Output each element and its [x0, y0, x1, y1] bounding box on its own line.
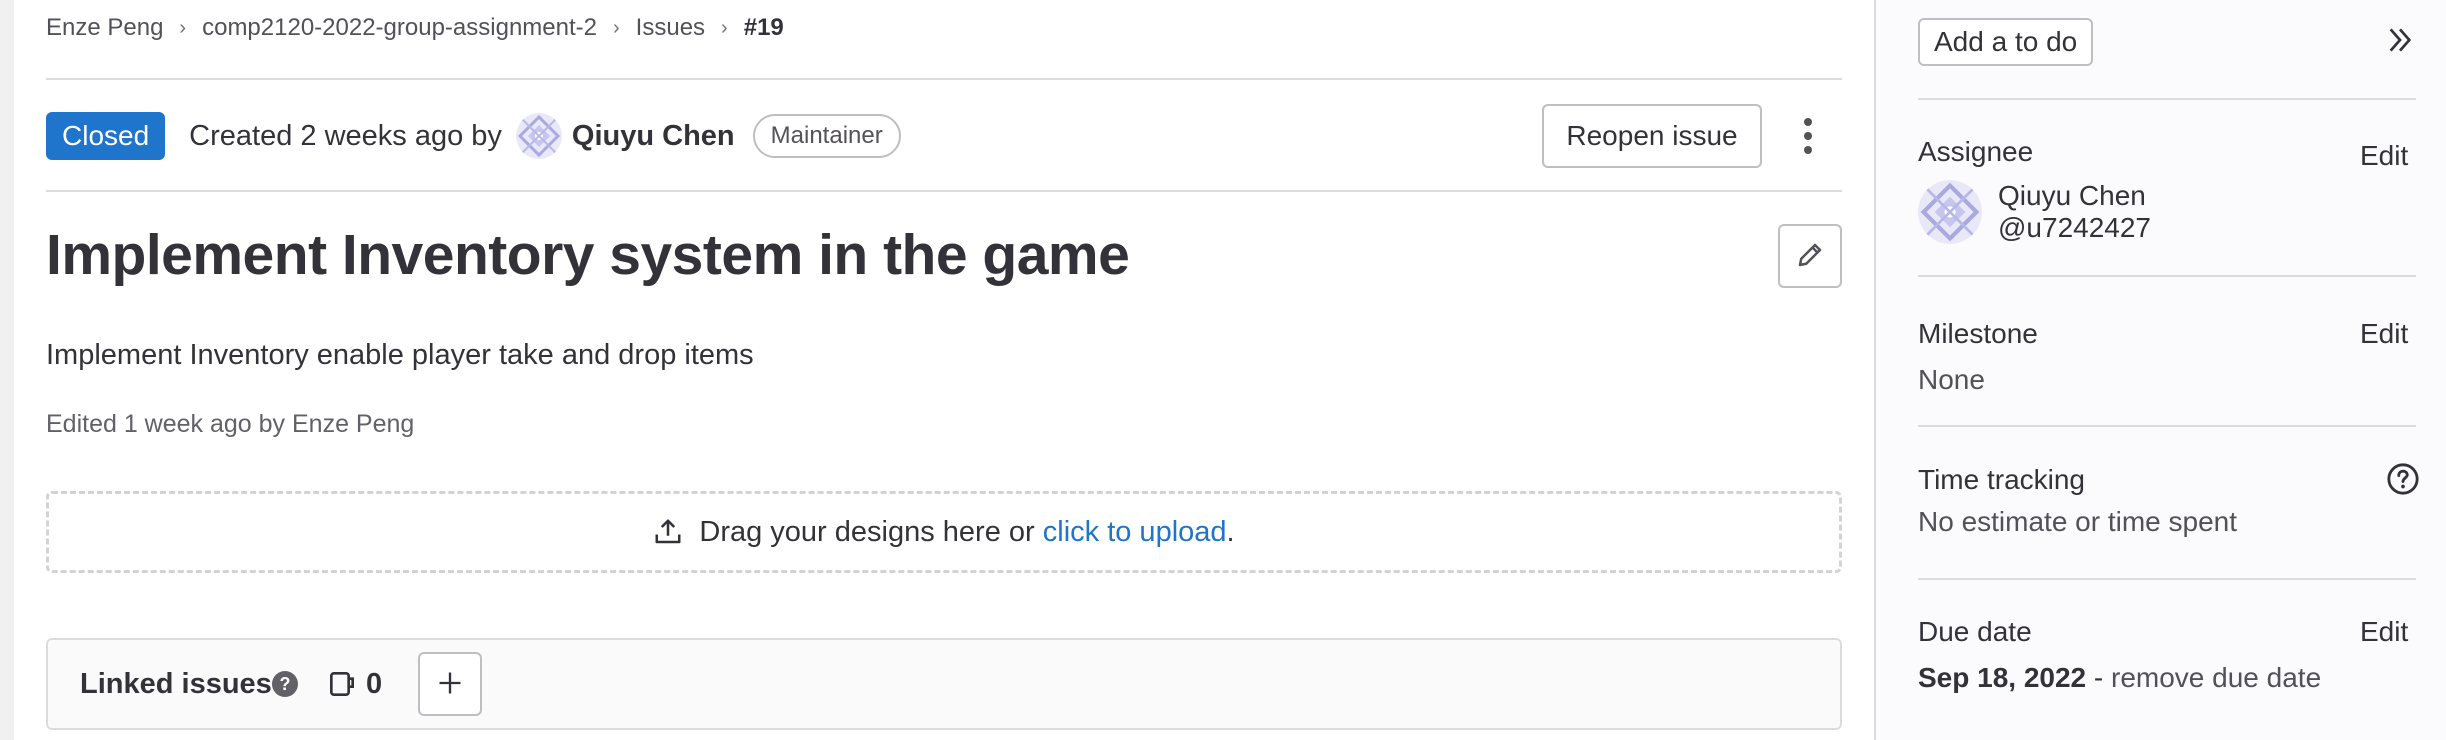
issues-icon [326, 668, 358, 705]
sidebar-divider [1918, 98, 2416, 100]
breadcrumb-separator-icon: › [613, 16, 620, 39]
help-icon[interactable]: ? [272, 671, 298, 697]
linked-issues-title: Linked issues [80, 668, 272, 700]
upload-icon [653, 517, 683, 547]
breadcrumb-item-project[interactable]: comp2120-2022-group-assignment-2 [202, 14, 597, 42]
due-date-value: Sep 18, 2022 - remove due date [1918, 662, 2321, 694]
edited-info: Edited 1 week ago by Enze Peng [46, 410, 415, 438]
dropzone-text: Drag your designs here or [699, 515, 1035, 548]
page-left-gutter [0, 0, 14, 740]
milestone-label: Milestone [1918, 318, 2038, 349]
due-date-label: Due date [1918, 616, 2032, 647]
breadcrumb-item-owner[interactable]: Enze Peng [46, 14, 163, 42]
due-date-date: Sep 18, 2022 [1918, 662, 2087, 693]
assignee-label: Assignee [1918, 136, 2034, 167]
due-date-edit-link[interactable]: Edit [2360, 616, 2408, 648]
reopen-issue-button[interactable]: Reopen issue [1542, 104, 1762, 168]
assignee-username: @u7242427 [1998, 212, 2152, 243]
milestone-value: None [1918, 364, 1985, 395]
page-title: Implement Inventory system in the game [46, 223, 1130, 287]
sidebar-divider [1918, 275, 2416, 277]
author-avatar[interactable] [515, 113, 562, 159]
right-sidebar: Add a to do Assignee Edit Qiuyu Chen @u7… [1874, 0, 2446, 740]
assignee-info[interactable]: Qiuyu Chen @u7242427 [1998, 180, 2151, 244]
breadcrumb-separator-icon: › [179, 16, 187, 39]
remove-due-date-link[interactable]: remove due date [2111, 662, 2321, 693]
add-linked-issue-button[interactable] [418, 652, 482, 716]
help-circle-icon[interactable] [2386, 462, 2420, 501]
role-badge: Maintainer [752, 114, 901, 158]
breadcrumb-item-current[interactable]: #19 [744, 14, 784, 42]
plus-icon [436, 669, 464, 700]
header-divider [46, 190, 1842, 192]
pencil-icon [1795, 240, 1825, 273]
breadcrumb-item-issues[interactable]: Issues [636, 14, 705, 42]
issue-header: Closed Created 2 weeks ago by Qiuyu Chen… [46, 103, 901, 169]
time-tracking-label: Time tracking [1918, 464, 2086, 495]
assignee-edit-link[interactable]: Edit [2360, 140, 2408, 172]
breadcrumb-separator-icon: › [721, 16, 728, 39]
milestone-edit-link[interactable]: Edit [2360, 318, 2408, 350]
assignee-name: Qiuyu Chen [1998, 180, 2146, 211]
due-date-dash: - [2086, 662, 2112, 693]
status-badge: Closed [46, 112, 166, 160]
more-actions-icon[interactable] [1786, 108, 1830, 164]
click-to-upload-link[interactable]: click to upload [1043, 516, 1227, 549]
sidebar-divider [1918, 578, 2416, 580]
linked-issues-count: 0 [366, 668, 383, 700]
author-name[interactable]: Qiuyu Chen [572, 120, 735, 153]
assignee-avatar[interactable] [1918, 180, 1982, 244]
design-dropzone[interactable]: Drag your designs here or click to uploa… [46, 491, 1842, 573]
edit-title-button[interactable] [1778, 224, 1842, 288]
sidebar-divider [1918, 425, 2416, 427]
issue-description: Implement Inventory enable player take a… [46, 339, 754, 371]
breadcrumb-divider [46, 78, 1842, 80]
created-text: Created 2 weeks ago by [189, 119, 502, 152]
linked-issues-card: Linked issues ? 0 [46, 638, 1842, 730]
dropzone-suffix: . [1226, 515, 1235, 548]
add-todo-button[interactable]: Add a to do [1918, 18, 2094, 66]
time-tracking-value: No estimate or time spent [1918, 506, 2238, 537]
collapse-sidebar-icon[interactable] [2384, 22, 2416, 63]
breadcrumb: Enze Peng › comp2120-2022-group-assignme… [46, 14, 784, 42]
